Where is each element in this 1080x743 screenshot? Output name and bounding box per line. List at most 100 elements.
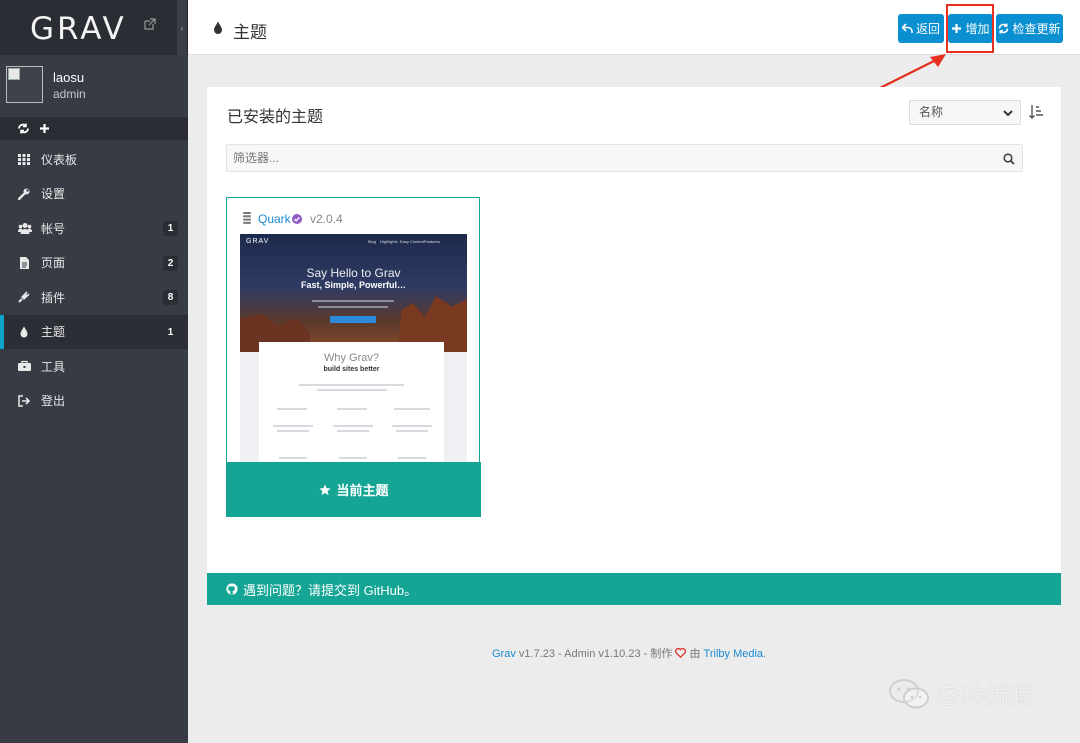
by-text: 由: [686, 648, 704, 660]
sort-select[interactable]: 名称: [909, 100, 1021, 125]
preview-text-line: [277, 430, 309, 432]
version-text: v1.7.23 - Admin v1.10.23 - 制作: [515, 648, 676, 660]
preview-nav-item: Features: [424, 239, 440, 244]
current-theme-label: 当前主题: [336, 483, 389, 498]
page-title: 主题: [233, 23, 267, 42]
preview-text-line: [279, 457, 307, 459]
back-button[interactable]: 返回: [898, 14, 944, 43]
github-icon: [226, 583, 238, 595]
preview-text-line: [396, 430, 428, 432]
theme-version: v2.0.4: [310, 212, 343, 226]
trilby-media-link[interactable]: Trilby Media: [704, 648, 764, 660]
sidebar-item-label: 设置: [41, 187, 66, 202]
preview-hero-subtitle: Fast, Simple, Powerful…: [300, 280, 407, 290]
sidebar-item-pages[interactable]: 页面 2: [0, 246, 188, 281]
sidebar-item-label: 工具: [41, 359, 66, 374]
count-badge: 1: [167, 326, 174, 338]
preview-text-line: [337, 430, 369, 432]
heart-icon: [675, 648, 687, 658]
sidebar-item-label: 主题: [41, 325, 66, 340]
sign-out-icon: [18, 394, 30, 407]
preview-text-line: [318, 306, 388, 308]
wechat-icon: [889, 678, 929, 708]
watermark-text: 各种折腾: [937, 682, 1033, 710]
theme-preview-thumbnail[interactable]: GRAV Blog Highlights Easy Content Featur…: [240, 234, 467, 462]
theme-card[interactable]: Quark v2.0.4 GRAV Blog Highlights Easy C…: [226, 197, 481, 517]
sidebar-item-label: 帐号: [41, 221, 66, 236]
briefcase-icon: [18, 360, 31, 371]
refresh-icon: [999, 23, 1009, 34]
quick-action-bar: [0, 118, 188, 140]
preview-text-line: [317, 389, 387, 391]
preview-text-line: [273, 425, 313, 427]
preview-nav-item: Blog: [368, 239, 377, 244]
wrench-icon: [18, 188, 30, 200]
count-badge: 2: [163, 255, 178, 271]
plus-icon[interactable]: [39, 123, 50, 134]
panel-title: 已安装的主题: [227, 109, 324, 126]
preview-text-line: [277, 408, 307, 410]
github-issue-bar[interactable]: 遇到问题？请提交到 GitHub。: [207, 573, 1061, 605]
sort-select-value: 名称: [919, 105, 944, 119]
filter-input[interactable]: [226, 144, 1023, 172]
grav-link[interactable]: Grav: [492, 648, 516, 660]
preview-nav-item: Highlights: [380, 239, 398, 244]
preview-text-line: [339, 457, 367, 459]
tint-icon: [214, 21, 222, 34]
sidebar-collapse-toggle[interactable]: ‹: [177, 0, 187, 55]
preview-hero: GRAV Blog Highlights Easy Content Featur…: [240, 234, 467, 352]
sidebar-item-tools[interactable]: 工具: [0, 349, 188, 384]
preview-nav-item: Easy Content: [400, 239, 425, 244]
refresh-icon[interactable]: [17, 123, 30, 134]
sidebar-item-plugins[interactable]: 插件 8: [0, 280, 188, 315]
check-updates-label: 检查更新: [1012, 22, 1061, 36]
users-icon: [18, 223, 32, 234]
check-updates-button[interactable]: 检查更新: [996, 14, 1063, 43]
preview-text-line: [337, 408, 367, 410]
back-button-label: 返回: [915, 22, 940, 36]
sidebar-item-label: 插件: [41, 290, 66, 305]
sidebar: GRAV ‹ laosu admin 仪表板 设置 帐号 1 页面 2 插件 8…: [0, 0, 188, 743]
file-icon: [20, 256, 29, 269]
sidebar-item-label: 仪表板: [41, 152, 78, 167]
chevron-down-icon: [1003, 110, 1013, 117]
preview-hero-button: [330, 316, 376, 323]
user-role: admin: [53, 87, 86, 101]
star-icon: [319, 484, 331, 495]
preview-text-line: [394, 408, 430, 410]
user-profile[interactable]: laosu admin: [0, 55, 188, 118]
sidebar-item-accounts[interactable]: 帐号 1: [0, 211, 188, 246]
reply-icon: [901, 23, 913, 33]
sidebar-item-label: 页面: [41, 256, 66, 271]
sidebar-item-dashboard[interactable]: 仪表板: [0, 142, 188, 177]
preview-text-line: [333, 425, 373, 427]
sidebar-item-settings[interactable]: 设置: [0, 177, 188, 212]
preview-section-subtitle: build sites better: [323, 366, 380, 373]
sidebar-item-logout[interactable]: 登出: [0, 384, 188, 419]
themes-panel: 已安装的主题 名称 Quark v2.0.4 GRAV Blog Highlig…: [207, 87, 1061, 605]
preview-text-line: [312, 300, 394, 302]
dashboard-icon: [18, 154, 30, 165]
sidebar-item-label: 登出: [41, 394, 66, 409]
verified-badge-icon: [292, 214, 302, 224]
count-badge: 8: [163, 290, 178, 305]
preview-logo: GRAV: [246, 238, 270, 245]
layers-icon: [243, 212, 251, 224]
user-name: laosu: [53, 70, 85, 85]
github-issue-text: 遇到问题？请提交到 GitHub。: [243, 582, 418, 598]
preview-text-line: [398, 457, 426, 459]
current-theme-button[interactable]: 当前主题: [227, 462, 481, 517]
external-link-icon[interactable]: [144, 18, 156, 30]
avatar[interactable]: [6, 66, 43, 103]
version-credits: Grav v1.7.23 - Admin v1.10.23 - 制作 由 Tri…: [492, 645, 766, 661]
sidebar-item-themes[interactable]: 主题 1: [0, 314, 188, 349]
sort-order-icon[interactable]: [1029, 104, 1043, 120]
preview-text-line: [392, 425, 432, 427]
theme-name-link[interactable]: Quark: [258, 212, 291, 226]
count-badge: 1: [163, 221, 178, 236]
grav-logo[interactable]: GRAV: [30, 11, 127, 47]
preview-text-line: [299, 384, 404, 386]
sidebar-nav: 仪表板 设置 帐号 1 页面 2 插件 8 主题 1 工具 登出: [0, 142, 188, 418]
preview-hero-title: Say Hello to Grav: [306, 266, 401, 280]
search-icon[interactable]: [1003, 153, 1015, 165]
